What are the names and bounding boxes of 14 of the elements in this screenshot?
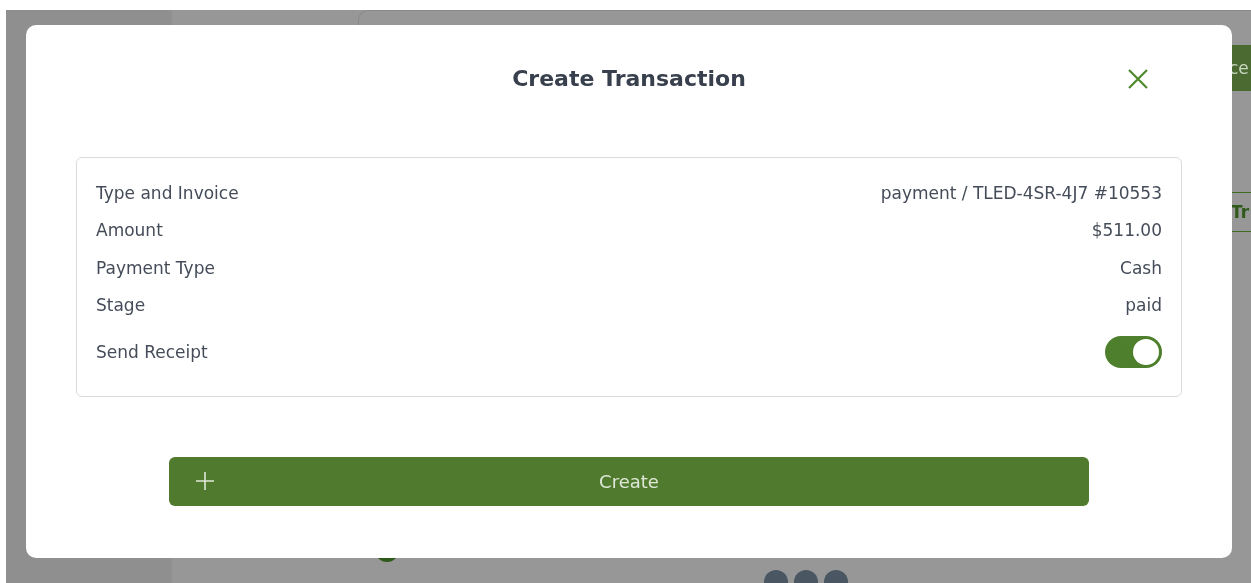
detail-label: Payment Type xyxy=(96,257,215,278)
create-button[interactable]: Create xyxy=(169,457,1089,506)
detail-label: Amount xyxy=(96,220,163,241)
detail-label: Send Receipt xyxy=(96,342,208,362)
close-icon xyxy=(1127,68,1149,90)
plus-icon xyxy=(195,471,215,491)
detail-value: payment / TLED-4SR-4J7 #10553 xyxy=(880,182,1162,203)
detail-label: Stage xyxy=(96,295,146,316)
detail-value: paid xyxy=(1125,295,1162,316)
toggle-switch[interactable] xyxy=(1105,336,1162,368)
dialog-title: Create Transaction xyxy=(512,65,746,91)
detail-value: $511.00 xyxy=(1091,220,1162,241)
detail-label: Type and Invoice xyxy=(96,182,239,203)
detail-value: Cash xyxy=(1120,257,1162,278)
